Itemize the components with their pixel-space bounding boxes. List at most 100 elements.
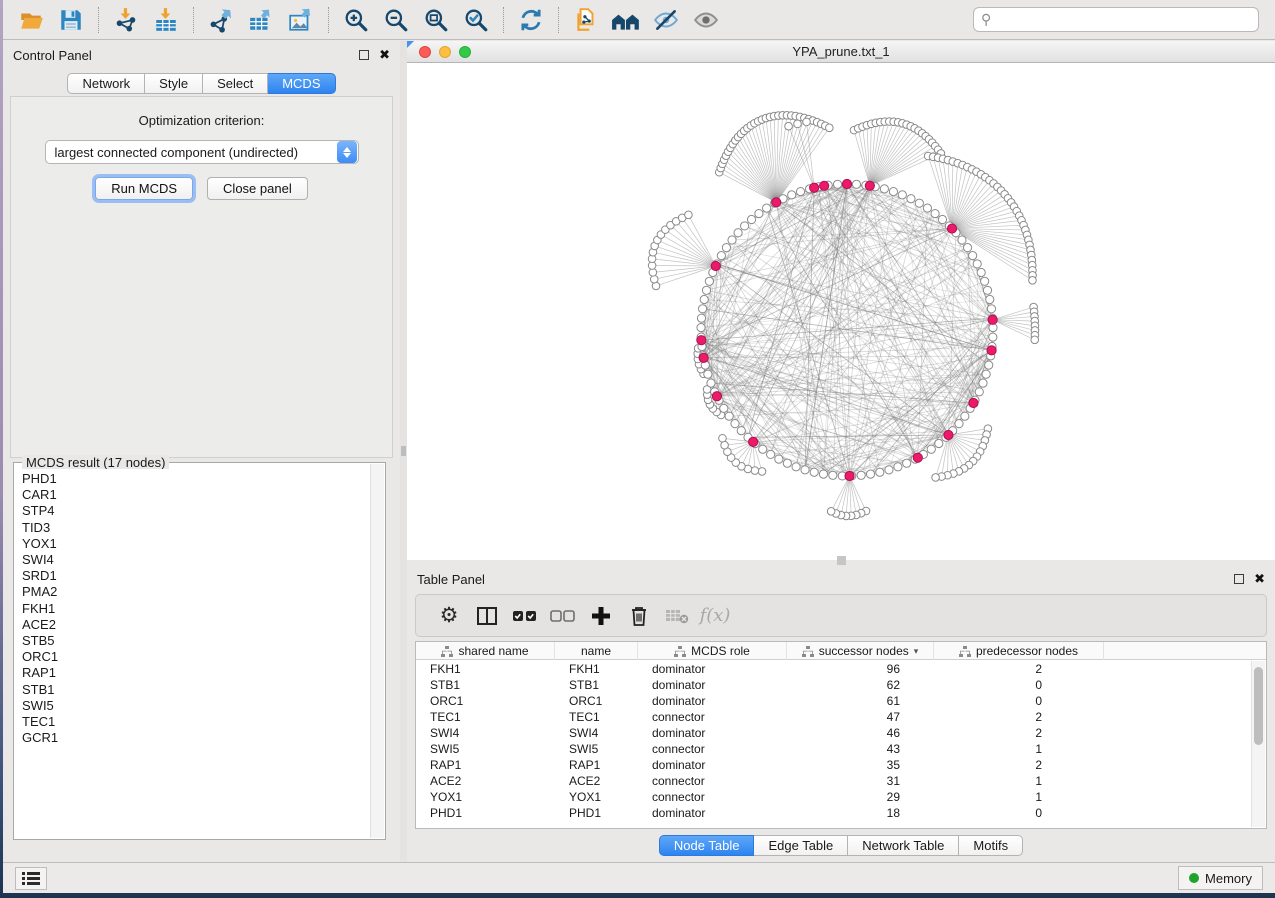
table-body: FKH1FKH1dominator962STB1STB1dominator620…: [416, 661, 1251, 828]
export-network-icon[interactable]: [201, 4, 241, 36]
table-row[interactable]: YOX1YOX1connector291: [416, 789, 1251, 805]
network-canvas[interactable]: [407, 63, 1275, 560]
hide-selected-icon[interactable]: [646, 4, 686, 36]
memory-status-icon: [1189, 873, 1199, 883]
list-item[interactable]: YOX1: [22, 536, 370, 552]
table-scrollbar-thumb[interactable]: [1254, 667, 1263, 745]
zoom-out-icon[interactable]: [376, 4, 416, 36]
list-item[interactable]: STB1: [22, 682, 370, 698]
zoom-fit-icon[interactable]: [416, 4, 456, 36]
column-header-successor-nodes[interactable]: successor nodes▾: [787, 642, 934, 660]
search-input[interactable]: [973, 7, 1259, 32]
table-cell: [1104, 725, 1251, 741]
vertical-splitter[interactable]: [400, 41, 407, 862]
close-panel-icon[interactable]: ✖: [379, 50, 390, 60]
import-table-icon[interactable]: [146, 4, 186, 36]
first-neighbors-icon[interactable]: [606, 4, 646, 36]
delete-column-icon[interactable]: [620, 601, 658, 631]
close-panel-icon[interactable]: ✖: [1254, 574, 1265, 584]
optimization-criterion-label: Optimization criterion:: [11, 113, 392, 128]
table-cell: connector: [638, 773, 787, 789]
refresh-layout-icon[interactable]: [511, 4, 551, 36]
add-column-icon[interactable]: [582, 601, 620, 631]
table-cell: 29: [787, 789, 934, 805]
table-cell: YOX1: [555, 789, 638, 805]
float-panel-icon[interactable]: [1234, 574, 1244, 584]
column-header-predecessor-nodes[interactable]: predecessor nodes: [934, 642, 1104, 660]
mcds-result-list[interactable]: PHD1CAR1STP4TID3YOX1SWI4SRD1PMA2FKH1ACE2…: [15, 469, 370, 838]
table-scrollbar[interactable]: [1251, 661, 1265, 827]
tab-select[interactable]: Select: [203, 73, 268, 94]
list-item[interactable]: STP4: [22, 503, 370, 519]
run-mcds-button[interactable]: Run MCDS: [95, 177, 193, 200]
select-all-icon[interactable]: [506, 601, 544, 631]
criterion-select[interactable]: largest connected component (undirected): [45, 140, 359, 164]
list-item[interactable]: PHD1: [22, 471, 370, 487]
export-table-icon[interactable]: [241, 4, 281, 36]
table-row[interactable]: FKH1FKH1dominator962: [416, 661, 1251, 677]
table-cell: 1: [934, 789, 1104, 805]
duplicate-network-icon[interactable]: [566, 4, 606, 36]
list-item[interactable]: FKH1: [22, 601, 370, 617]
table-cell: FKH1: [416, 661, 555, 677]
task-history-button[interactable]: [15, 867, 47, 890]
list-item[interactable]: STB5: [22, 633, 370, 649]
table-cell: 0: [934, 677, 1104, 693]
export-image-icon[interactable]: [281, 4, 321, 36]
list-item[interactable]: SWI4: [22, 552, 370, 568]
list-item[interactable]: RAP1: [22, 665, 370, 681]
criterion-selected-value: largest connected component (undirected): [46, 145, 337, 160]
list-item[interactable]: GCR1: [22, 730, 370, 746]
function-builder-icon[interactable]: f(x): [696, 601, 734, 631]
table-row[interactable]: SWI5SWI5connector431: [416, 741, 1251, 757]
delete-table-icon[interactable]: [658, 601, 696, 631]
deselect-all-icon[interactable]: [544, 601, 582, 631]
tab-style[interactable]: Style: [145, 73, 203, 94]
list-item[interactable]: SWI5: [22, 698, 370, 714]
column-header-shared-name[interactable]: shared name: [416, 642, 555, 660]
zoom-selected-icon[interactable]: [456, 4, 496, 36]
table-cell: SWI4: [416, 725, 555, 741]
table-row[interactable]: TEC1TEC1connector472: [416, 709, 1251, 725]
zoom-in-icon[interactable]: [336, 4, 376, 36]
list-item[interactable]: CAR1: [22, 487, 370, 503]
tab-node-table[interactable]: Node Table: [659, 835, 755, 856]
list-item[interactable]: PMA2: [22, 584, 370, 600]
memory-button[interactable]: Memory: [1178, 866, 1263, 890]
open-session-icon[interactable]: [11, 4, 51, 36]
cytoscape-window: ⚲ Control Panel ✖ NetworkStyleSelectMCDS…: [3, 0, 1275, 893]
save-session-icon[interactable]: [51, 4, 91, 36]
table-cell: [1104, 773, 1251, 789]
network-window-titlebar[interactable]: YPA_prune.txt_1: [407, 41, 1275, 63]
table-header-row[interactable]: shared namenameMCDS rolesuccessor nodes▾…: [416, 642, 1266, 660]
table-row[interactable]: PHD1PHD1dominator180: [416, 805, 1251, 821]
network-graph[interactable]: [407, 63, 1275, 560]
tab-motifs[interactable]: Motifs: [959, 835, 1023, 856]
close-panel-button[interactable]: Close panel: [207, 177, 308, 200]
table-row[interactable]: ACE2ACE2connector311: [416, 773, 1251, 789]
table-row[interactable]: STB1STB1dominator620: [416, 677, 1251, 693]
tab-network[interactable]: Network: [67, 73, 145, 94]
column-header-MCDS-role[interactable]: MCDS role: [638, 642, 787, 660]
mcds-list-scrollbar[interactable]: [370, 464, 384, 838]
tab-edge-table[interactable]: Edge Table: [754, 835, 848, 856]
show-all-icon[interactable]: [686, 4, 726, 36]
table-row[interactable]: ORC1ORC1dominator610: [416, 693, 1251, 709]
table-row[interactable]: RAP1RAP1dominator352: [416, 757, 1251, 773]
tab-mcds[interactable]: MCDS: [268, 73, 335, 94]
list-item[interactable]: TID3: [22, 520, 370, 536]
column-header-name[interactable]: name: [555, 642, 638, 660]
table-cell: dominator: [638, 693, 787, 709]
table-cell: SWI5: [555, 741, 638, 757]
table-cell: 61: [787, 693, 934, 709]
float-panel-icon[interactable]: [359, 50, 369, 60]
show-columns-icon[interactable]: [468, 601, 506, 631]
list-item[interactable]: SRD1: [22, 568, 370, 584]
list-item[interactable]: ORC1: [22, 649, 370, 665]
tab-network-table[interactable]: Network Table: [848, 835, 959, 856]
import-network-icon[interactable]: [106, 4, 146, 36]
table-settings-icon[interactable]: ⚙: [430, 601, 468, 631]
table-row[interactable]: SWI4SWI4dominator462: [416, 725, 1251, 741]
list-item[interactable]: ACE2: [22, 617, 370, 633]
list-item[interactable]: TEC1: [22, 714, 370, 730]
